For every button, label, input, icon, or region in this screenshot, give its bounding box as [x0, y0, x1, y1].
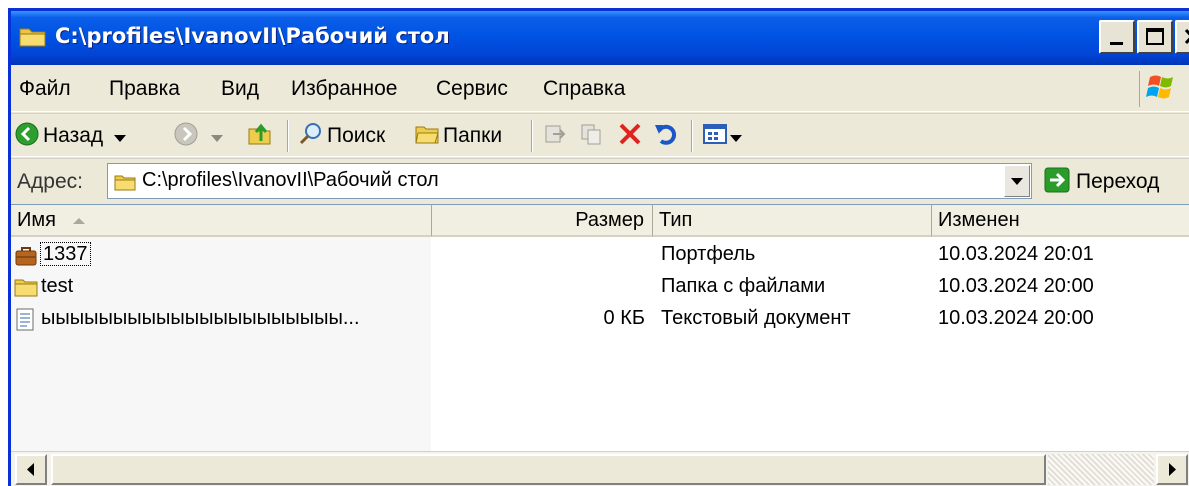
- views-icon: [703, 123, 727, 150]
- maximize-button[interactable]: [1137, 20, 1173, 54]
- go-label: Переход: [1076, 170, 1160, 193]
- column-header-modified-label: Изменен: [938, 209, 1020, 231]
- file-modified: 10.03.2024 20:00: [938, 275, 1094, 297]
- delete-icon: [617, 121, 643, 152]
- search-icon: [299, 122, 323, 151]
- menu-edit[interactable]: Правка: [109, 77, 180, 101]
- back-label: Назад: [43, 124, 104, 147]
- menu-file[interactable]: Файл: [19, 77, 71, 101]
- column-header-name[interactable]: Имя: [11, 205, 432, 237]
- copy-to-button[interactable]: [579, 114, 603, 158]
- toolbar-separator: [287, 120, 289, 152]
- menu-bar: Файл Правка Вид Избранное Сервис Справка: [11, 65, 1189, 112]
- file-name: 1337: [40, 242, 91, 266]
- forward-button[interactable]: [174, 114, 224, 158]
- address-input[interactable]: C:\profiles\IvanovII\Рабочий стол: [107, 163, 1032, 199]
- folders-icon: [415, 123, 439, 150]
- undo-button[interactable]: [653, 114, 679, 158]
- move-to-icon: [543, 122, 567, 151]
- go-arrow-icon: [1044, 167, 1070, 198]
- file-name: test: [41, 275, 74, 297]
- move-to-button[interactable]: [543, 114, 567, 158]
- column-header-type[interactable]: Тип: [653, 205, 932, 237]
- toolbar-separator: [531, 120, 533, 152]
- scrollbar-track[interactable]: [1048, 454, 1154, 485]
- address-label: Адрес:: [17, 170, 83, 193]
- scrollbar-thumb[interactable]: [51, 454, 1046, 485]
- briefcase-icon: [14, 244, 38, 273]
- file-name: ыыыыыыыыыыыыыыыыыыыыы...: [41, 307, 360, 329]
- explorer-window: C:\profiles\IvanovII\Рабочий стол Файл П…: [8, 8, 1189, 486]
- menu-favorites[interactable]: Избранное: [291, 77, 397, 101]
- scroll-left-button[interactable]: [15, 454, 47, 485]
- close-button[interactable]: [1175, 20, 1189, 54]
- go-button[interactable]: Переход: [1044, 165, 1159, 199]
- column-header-type-label: Тип: [659, 209, 693, 231]
- minimize-button[interactable]: [1099, 20, 1135, 54]
- chevron-down-icon[interactable]: [113, 124, 127, 148]
- file-list[interactable]: Имя Размер Тип Изменен 1337 Портфель 10.…: [11, 204, 1189, 452]
- file-modified: 10.03.2024 20:01: [938, 243, 1094, 265]
- undo-icon: [653, 121, 679, 152]
- back-arrow-icon: [15, 122, 39, 151]
- up-folder-button[interactable]: [247, 114, 273, 158]
- folder-icon: [14, 276, 38, 303]
- file-type: Портфель: [661, 243, 756, 265]
- window-title: C:\profiles\IvanovII\Рабочий стол: [55, 24, 450, 48]
- delete-button[interactable]: [617, 114, 643, 158]
- horizontal-scrollbar[interactable]: [11, 451, 1189, 486]
- address-dropdown-button[interactable]: [1004, 165, 1030, 197]
- column-header-modified[interactable]: Изменен: [932, 205, 1189, 237]
- column-header-size[interactable]: Размер: [432, 205, 653, 237]
- scroll-right-button[interactable]: [1156, 454, 1188, 485]
- toolbar-separator: [691, 120, 693, 152]
- back-button[interactable]: Назад: [15, 114, 127, 158]
- address-bar: Адрес: C:\profiles\IvanovII\Рабочий стол…: [11, 158, 1189, 204]
- file-type: Папка с файлами: [661, 275, 826, 297]
- search-button[interactable]: Поиск: [299, 114, 385, 158]
- forward-arrow-icon: [174, 122, 198, 151]
- chevron-down-icon[interactable]: [729, 124, 743, 148]
- address-value: C:\profiles\IvanovII\Рабочий стол: [142, 169, 439, 191]
- up-folder-icon: [247, 121, 273, 152]
- table-row[interactable]: test Папка с файлами 10.03.2024 20:00: [11, 273, 1189, 305]
- toolbar: Назад Поиск Папки: [11, 113, 1189, 157]
- sort-ascending-icon: [72, 209, 86, 231]
- table-row[interactable]: 1337 Портфель 10.03.2024 20:01: [11, 241, 1189, 273]
- column-header-size-label: Размер: [575, 209, 644, 231]
- table-row[interactable]: ыыыыыыыыыыыыыыыыыыыыы... 0 КБ Текстовый …: [11, 305, 1189, 337]
- file-type: Текстовый документ: [661, 307, 851, 329]
- chevron-down-icon[interactable]: [210, 124, 224, 148]
- folders-label: Папки: [443, 124, 503, 147]
- file-size: 0 КБ: [603, 307, 645, 329]
- file-modified: 10.03.2024 20:00: [938, 307, 1094, 329]
- menu-help[interactable]: Справка: [543, 77, 625, 101]
- copy-to-icon: [579, 122, 603, 151]
- menu-tools[interactable]: Сервис: [436, 77, 508, 101]
- title-bar[interactable]: C:\profiles\IvanovII\Рабочий стол: [11, 11, 1189, 65]
- text-document-icon: [14, 308, 36, 337]
- views-button[interactable]: [703, 114, 743, 158]
- folder-icon: [19, 25, 47, 47]
- folder-icon: [114, 172, 136, 196]
- search-label: Поиск: [327, 124, 386, 147]
- windows-logo-icon: [1139, 71, 1183, 107]
- folders-button[interactable]: Папки: [415, 114, 502, 158]
- menu-view[interactable]: Вид: [221, 77, 259, 101]
- file-name-text: 1337: [40, 242, 91, 266]
- column-header-name-label: Имя: [17, 209, 56, 231]
